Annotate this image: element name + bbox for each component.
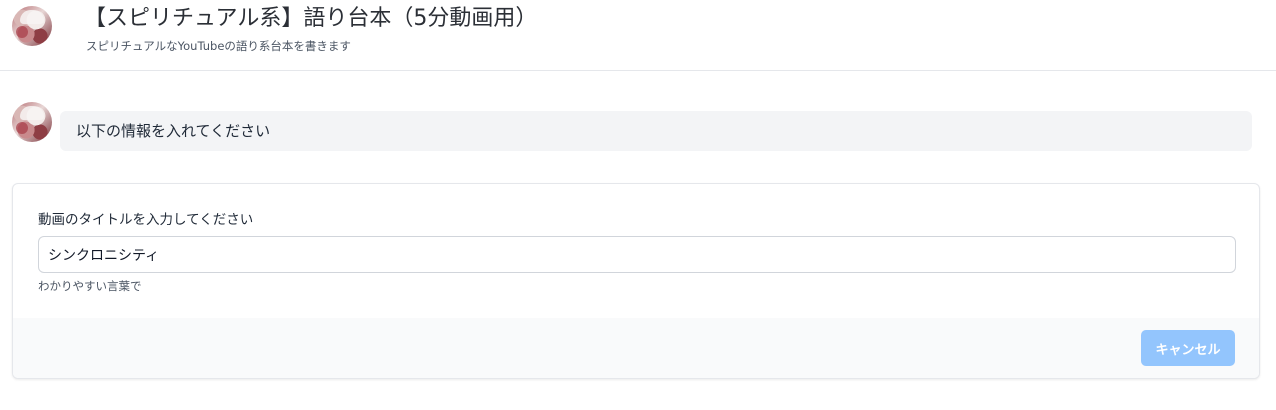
input-form-card: 動画のタイトルを入力してください わかりやすい言葉で キャンセル [12, 183, 1260, 379]
avatar-hair-shape [20, 106, 44, 120]
page-header: 【スピリチュアル系】語り台本（5分動画用） スピリチュアルなYouTubeの語り… [0, 0, 1276, 71]
assistant-avatar-icon [12, 102, 52, 142]
title-input[interactable] [38, 236, 1236, 273]
chat-message-bubble: 以下の情報を入れてください [60, 111, 1252, 151]
page-title: 【スピリチュアル系】語り台本（5分動画用） [84, 6, 538, 31]
title-field-label: 動画のタイトルを入力してください [38, 212, 254, 228]
form-footer: キャンセル [13, 318, 1259, 378]
title-field-hint: わかりやすい言葉で [38, 279, 142, 293]
avatar-accent-shape [16, 26, 28, 38]
user-avatar-icon [12, 6, 52, 46]
page-subtitle: スピリチュアルなYouTubeの語り系台本を書きます [86, 39, 351, 53]
cancel-button[interactable]: キャンセル [1141, 330, 1235, 366]
avatar-accent-shape [16, 122, 28, 134]
avatar-hair-shape [20, 10, 44, 24]
